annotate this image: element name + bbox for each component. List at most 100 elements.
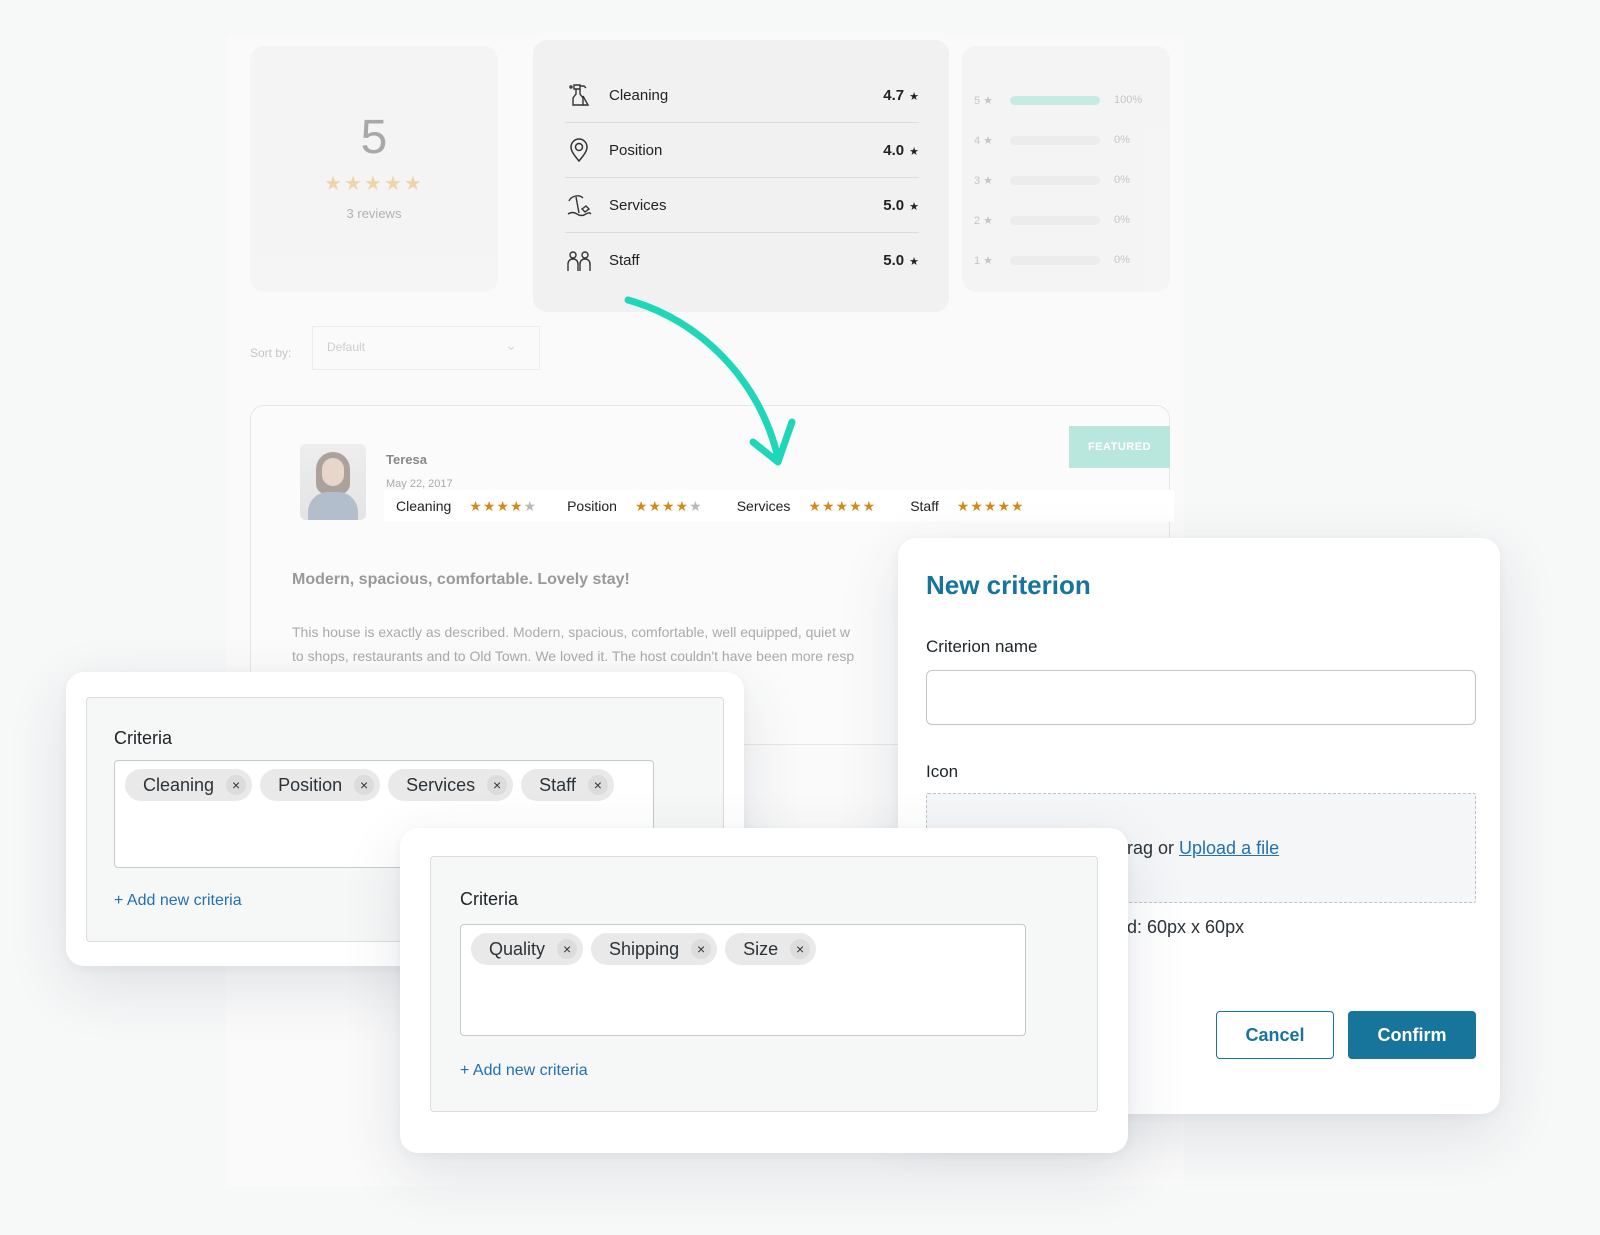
review-rating-item: Position ★★★★★ [567,498,703,515]
icon-label: Icon [926,762,959,781]
rating-distribution-row: 5 ★ 100% [974,80,1156,120]
upload-file-link[interactable]: Upload a file [1179,838,1279,858]
criteria-tag-label: Quality [489,938,546,959]
rating-distribution-card: 5 ★ 100% 4 ★ 0% 3 ★ 0% 2 ★ 0% 1 ★ 0% [962,46,1170,292]
review-title: Modern, spacious, comfortable. Lovely st… [292,571,630,588]
criteria-tag: Size × [725,933,817,965]
star-icon: ★ [909,256,919,268]
criteria-name: Position [609,141,663,159]
overall-stars: ★★★★★ [324,173,424,195]
criteria-name: Services [609,196,667,214]
criteria-score-row: Staff 5.0 ★ [565,233,919,288]
distribution-percent: 0% [1114,134,1130,146]
star-icon: ★ [482,497,497,514]
criteria-tag: Position × [260,769,381,801]
review-rating-stars: ★★★★★ [957,498,1025,515]
review-rating-name: Cleaning [396,498,452,514]
distribution-bar [1010,135,1100,145]
criteria-tags-input[interactable]: Quality × Shipping × Size × [460,924,1026,1036]
distribution-percent: 0% [1114,174,1130,186]
review-rating-item: Staff ★★★★★ [910,498,1024,515]
criteria-score-row: Position 4.0 ★ [565,123,919,178]
distribution-bar-fill [1010,95,1100,105]
distribution-percent: 0% [1114,254,1130,266]
star-icon: ★ [509,497,524,514]
sort-value: Default [327,340,366,354]
overall-score: 5 [360,111,388,164]
criteria-tag-label: Services [406,774,476,795]
upload-instructions: rag or Upload a file [1127,838,1279,859]
add-new-criteria-link[interactable]: + Add new criteria [460,1062,588,1080]
review-rating-name: Staff [910,498,939,514]
star-icon: ★ [469,497,483,514]
criteria-score-row: Services 5.0 ★ [565,178,919,233]
review-rating-stars: ★★★★★ [469,498,537,515]
chevron-down-icon: ⌄ [505,337,517,353]
review-author: Teresa [386,452,427,467]
remove-tag-icon[interactable]: × [226,775,247,795]
distribution-bar [1010,95,1100,105]
criteria-score-row: Cleaning 4.7 ★ [565,68,919,123]
review-rating-item: Services ★★★★★ [737,498,877,515]
star-icon: ★ [689,497,703,514]
cleaning-icon [565,81,593,109]
remove-tag-icon[interactable]: × [557,939,578,959]
criteria-tag: Services × [388,769,514,801]
staff-people-icon [565,247,593,275]
remove-tag-icon[interactable]: × [790,939,811,959]
star-icon: ★ [675,497,690,514]
cancel-button[interactable]: Cancel [1216,1011,1334,1059]
confirm-button[interactable]: Confirm [1348,1011,1476,1059]
criterion-name-label: Criterion name [926,637,1038,656]
star-icon: ★ [496,497,510,514]
distribution-label: 4 ★ [974,134,994,147]
criteria-score: 4.0 [883,141,905,159]
criteria-tag-label: Size [743,938,779,959]
review-body-line: This house is exactly as described. Mode… [292,624,850,640]
star-icon: ★ [634,497,649,514]
star-icon: ★ [997,497,1011,514]
rating-distribution-row: 2 ★ 0% [974,200,1156,240]
beach-umbrella-icon [565,191,593,219]
criteria-tag: Cleaning × [125,769,253,801]
review-rating-name: Services [736,498,791,514]
criterion-name-input[interactable] [926,670,1476,725]
review-rating-item: Cleaning ★★★★★ [396,498,537,515]
criteria-tag-label: Shipping [609,938,680,959]
criteria-tag: Shipping × [591,933,718,965]
rating-distribution-row: 1 ★ 0% [974,240,1156,280]
star-icon: ★ [909,145,919,158]
sort-label: Sort by: [250,346,292,360]
remove-tag-icon[interactable]: × [587,775,608,795]
review-rating-stars: ★★★★★ [635,498,703,515]
distribution-bar [1010,175,1100,185]
distribution-label: 1 ★ [974,254,994,267]
criteria-score: 5.0 [883,196,905,214]
add-new-criteria-link[interactable]: + Add new criteria [114,892,242,910]
star-icon: ★ [835,497,850,514]
remove-tag-icon[interactable]: × [354,775,375,795]
remove-tag-icon[interactable]: × [691,939,712,959]
distribution-label: 5 ★ [974,94,994,107]
distribution-bar [1010,215,1100,225]
star-icon: ★ [1011,497,1025,514]
star-icon: ★ [909,200,919,213]
distribution-bar [1010,255,1100,265]
review-body-line: to shops, restaurants and to Old Town. W… [292,648,855,664]
remove-tag-icon[interactable]: × [487,775,508,795]
star-icon: ★ [523,497,538,514]
review-count: 3 reviews [346,206,402,221]
recommended-size-text: d: 60px x 60px [1127,917,1245,937]
avatar [300,444,366,520]
criteria-score: 4.7 [883,86,905,104]
rating-distribution-row: 3 ★ 0% [974,160,1156,200]
sort-select[interactable]: Default ⌄ [312,326,540,370]
criteria-title: Criteria [114,728,173,748]
criteria-tag-label: Cleaning [143,774,215,795]
star-icon: ★ [849,497,863,514]
star-icon: ★ [956,497,971,514]
distribution-percent: 0% [1114,214,1130,226]
arrow-icon [624,296,796,466]
criteria-tag-label: Staff [539,774,576,795]
star-icon: ★ [648,497,663,514]
